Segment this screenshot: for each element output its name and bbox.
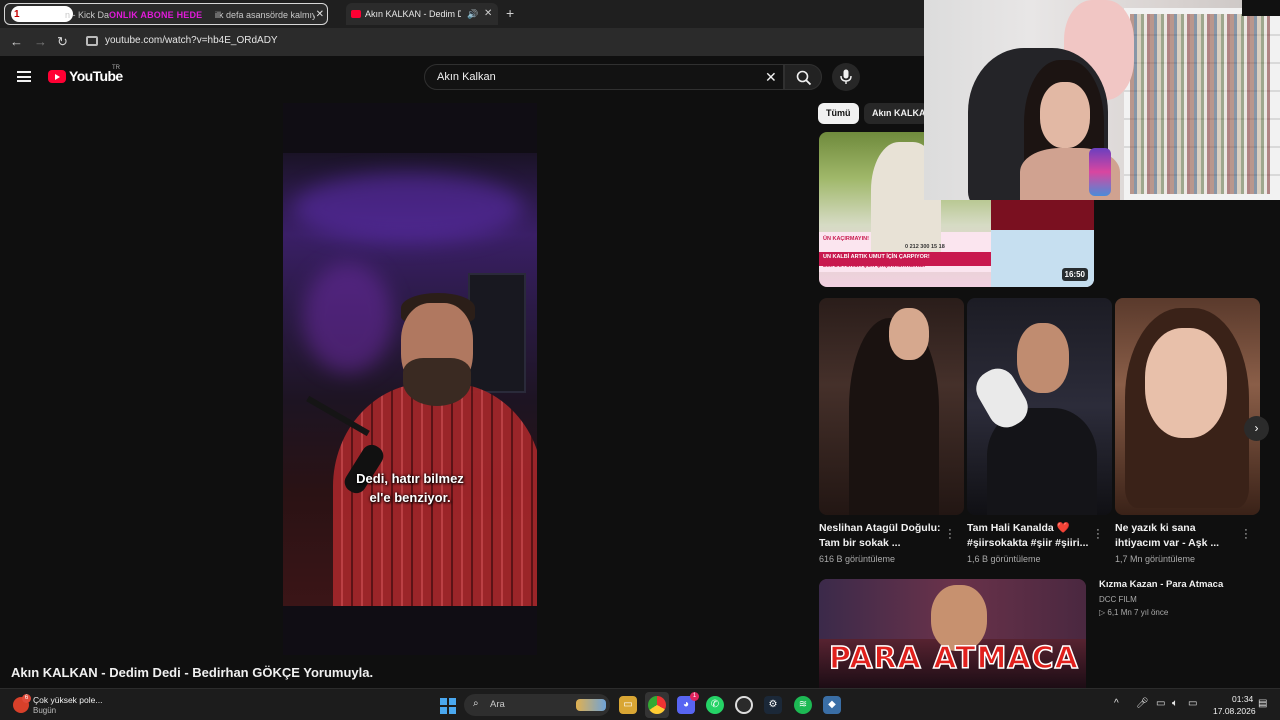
chrome-icon[interactable] [648,696,666,714]
youtube-logo[interactable]: YouTube TR [48,65,123,86]
short-title[interactable]: Tam Hali Kanalda ❤️ #şiirsokakta #şiir #… [967,521,1095,551]
short-thumbnail[interactable] [819,298,964,515]
search-icon: ⌕ [473,698,479,709]
close-icon[interactable]: ✕ [316,4,324,24]
chip-all[interactable]: Tümü [818,103,859,124]
microphone-icon[interactable]: 🎤︎ [1136,698,1149,709]
speaker-icon[interactable]: 🔊 [467,3,478,25]
rgb-light [1089,148,1111,196]
youtube-favicon-icon [351,10,361,18]
battery-icon[interactable]: ▭ [1188,698,1197,709]
site-settings-icon[interactable] [86,36,98,46]
channel-name[interactable]: DCC FILM [1099,595,1137,604]
thumbnail-banner-text: UN KALBİ ARTIK UMUT İÇİN ÇARPIYOR! [823,254,930,260]
spotify-icon[interactable]: ≋ [794,696,812,714]
person-beard [403,358,471,406]
taskbar-search[interactable]: ⌕ Ara [464,694,610,716]
streamer-face [1040,82,1090,148]
chip-akin-kalkan[interactable]: Akın KALKAN [864,103,928,124]
search-query[interactable]: Akın Kalkan [437,71,496,83]
weather-badge: 6 [22,694,31,703]
short-thumbnail[interactable] [1115,298,1260,515]
notifications-icon[interactable]: ▤ [1258,698,1267,709]
shelf-next-button[interactable]: › [1244,416,1269,441]
wall-portrait [468,273,526,393]
network-icon[interactable]: ▭ [1156,698,1165,709]
subtitle-line-2: el'e benziyor. [369,490,451,505]
short-title[interactable]: Ne yazık ki sana ihtiyacım var - Aşk ... [1115,521,1243,551]
close-icon[interactable]: ✕ [484,3,492,25]
short-face [1145,328,1227,438]
short-thumbnail[interactable] [967,298,1112,515]
voice-search-button[interactable] [832,63,860,91]
microphone-icon [840,69,852,84]
webcam-overlay [924,0,1280,200]
stream-overlay-text: ONLIK ABONE HEDE [109,10,203,20]
video-subtitle: Dedi, hatır bilmez el'e benziyor. [283,469,537,507]
clock-time[interactable]: 01:34 [1232,694,1253,704]
dark-object [1242,0,1280,16]
video-metadata: ▷ 6,1 Mn 7 yıl önce [1099,608,1169,617]
new-tab-button[interactable]: + [506,4,514,22]
short-title[interactable]: Neslihan Atagül Doğulu: Tam bir sokak ..… [819,521,947,551]
clear-search-icon[interactable]: ✕ [765,69,777,86]
thumbnail-top-text: ÜN KAÇIRMAYIN! [823,236,869,242]
url-text[interactable]: youtube.com/watch?v=hb4E_ORdADY [105,35,278,46]
show-hidden-icons-icon[interactable]: ^ [1114,698,1119,709]
notification-badge: 1 [690,692,699,701]
video-title: Akın KALKAN - Dedim Dedi - Bedirhan GÖKÇ… [11,665,374,680]
thumbnail-logo: PARA ATMACA [828,640,1079,677]
forward-arrow-icon[interactable]: → [34,34,47,50]
clock-date[interactable]: 17.08.2026 [1213,706,1256,716]
short-views: 1,6 B görüntüleme [967,554,1041,564]
search-icon [796,70,812,86]
discord-icon[interactable]: ◕ 1 [677,692,699,714]
more-options-icon[interactable]: · · · [1095,525,1101,544]
short-views: 616 B görüntüleme [819,554,896,564]
search-highlight-icon [576,699,606,711]
video-frame[interactable]: Dedi, hatır bilmez el'e benziyor. [283,153,537,606]
hamburger-menu-icon[interactable] [17,71,31,82]
short-face [889,308,929,360]
windows-start-icon[interactable] [440,698,456,714]
whatsapp-icon[interactable]: ✆ [706,696,724,714]
recommended-video-title[interactable]: Kızma Kazan - Para Atmaca [1099,579,1223,590]
steam-icon[interactable]: ⚙ [764,696,782,714]
windows-taskbar: 6 Çok yüksek pole... Bugün ⌕ Ara ▭ ◕ 1 ✆ … [0,688,1280,720]
short-face [1017,323,1069,393]
thumbnail-roses [991,200,1094,230]
more-options-icon[interactable]: · · · [1243,525,1249,544]
tab-label: n - Kick Da [65,10,110,20]
region-code: TR [112,65,120,71]
obs-icon[interactable] [735,696,753,714]
thumbnail-banner-text-2: EMİ DUYUNCA ÇOK ŞAŞIRACAKSINIZ! [823,263,926,269]
taskbar-search-label: Ara [490,699,505,710]
weather-title: Çok yüksek pole... [33,695,103,705]
volume-icon[interactable]: 🔈︎ [1172,698,1178,709]
search-input[interactable]: Akın Kalkan ✕ [424,64,784,90]
more-options-icon[interactable]: · · · [947,525,953,544]
youtube-play-icon [48,70,66,83]
reload-icon[interactable]: ↻ [57,34,68,50]
redacted-area [11,6,73,22]
recommended-video-thumbnail[interactable]: PARA ATMACA [819,579,1086,689]
back-arrow-icon[interactable]: ← [10,34,23,50]
app-icon[interactable]: ◆ [823,696,841,714]
tab-youtube[interactable]: Akın KALKAN - Dedim Dedi 🔊 ✕ [346,3,498,25]
search-button[interactable] [784,64,822,90]
weather-subtitle: Bugün [33,706,57,715]
tab-label-rest: ilk defa asansörde kalmıy [215,10,315,20]
short-views: 1,7 Mn görüntüleme [1115,554,1196,564]
tab-number: 1 [14,9,20,20]
tab-label: Akın KALKAN - Dedim Dedi [365,9,461,19]
video-duration: 16:50 [1061,268,1088,281]
books [1130,14,1270,194]
subtitle-line-1: Dedi, hatır bilmez [356,471,464,486]
tab-kick[interactable]: 1 n - Kick Da ONLIK ABONE HEDE ilk defa … [4,3,328,25]
file-explorer-icon[interactable]: ▭ [619,696,637,714]
